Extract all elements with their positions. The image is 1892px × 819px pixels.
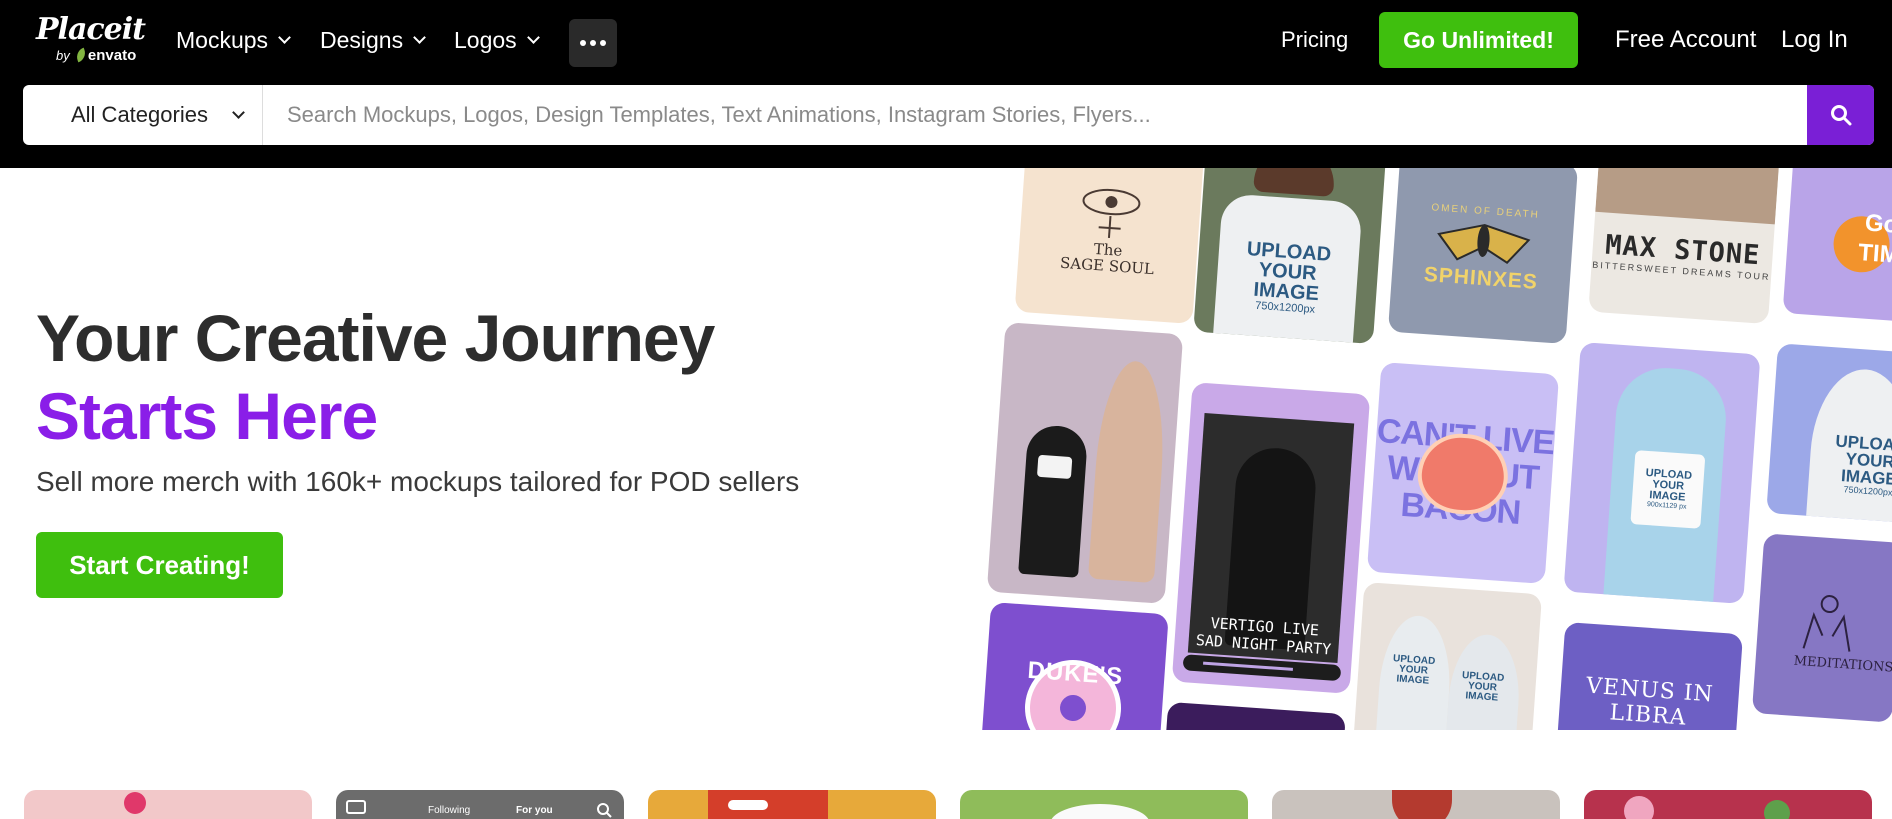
- logo-byline: by envato: [56, 47, 137, 64]
- chevron-down-icon: [526, 30, 540, 44]
- mockup-collage: The SAGE SOUL DUKE'S UPLOAD YOUR IMAGE 7…: [960, 168, 1892, 730]
- collage-tile-mug[interactable]: UPLOAD YOUR IMAGE 900x1129 px: [1563, 342, 1761, 604]
- search-input[interactable]: [263, 85, 1807, 145]
- sage-soul-text: The SAGE SOUL: [1059, 239, 1155, 279]
- search-icon: [1830, 105, 1851, 126]
- collage-tile-vertigo-live[interactable]: VERTIGO LIVE SAD NIGHT PARTY: [1171, 382, 1371, 694]
- template-card[interactable]: [648, 790, 936, 819]
- eye-illustration-icon: [1082, 188, 1141, 239]
- logo-wordmark: Placeit: [36, 12, 146, 47]
- search-icon: [597, 803, 612, 818]
- category-select-label: All Categories: [71, 102, 208, 127]
- hands-illustration-icon: [1802, 594, 1851, 652]
- start-creating-button[interactable]: Start Creating!: [36, 532, 283, 598]
- pricing-link[interactable]: Pricing: [1281, 24, 1348, 56]
- collage-tile-sphinxes[interactable]: OMEN OF DEATH SPHINXES: [1387, 168, 1579, 344]
- chevron-down-icon: [413, 30, 426, 44]
- collage-tile-sage-soul[interactable]: The SAGE SOUL: [1014, 168, 1206, 324]
- moth-illustration-icon: [1437, 223, 1531, 264]
- mug-icon: UPLOAD YOUR IMAGE 900x1129 px: [1630, 450, 1706, 529]
- collage-tile-purple-bottom[interactable]: [1164, 701, 1346, 730]
- hero-title-highlight: Starts Here: [36, 379, 378, 453]
- meditations-text: MEDITATIONS: [1793, 653, 1892, 676]
- collage-tile-meditations[interactable]: MEDITATIONS: [1751, 533, 1892, 723]
- hero-title: Your Creative Journey: [36, 301, 715, 375]
- envato-leaf-icon: [74, 47, 88, 63]
- upload-image-text: UPLOAD YOUR IMAGE: [1834, 431, 1892, 489]
- template-card[interactable]: [1272, 790, 1560, 819]
- live-tv-icon: [346, 800, 366, 814]
- collage-tile-upload-tshirt[interactable]: UPLOAD YOUR IMAGE 750x1200px: [1193, 168, 1387, 345]
- mug-upload-text: UPLOAD YOUR IMAGE: [1645, 466, 1693, 504]
- nav-menu-label: Logos: [454, 26, 517, 53]
- template-card[interactable]: [1584, 790, 1872, 819]
- collage-tile-max-stone[interactable]: MAX STONE BITTERSWEET DREAMS TOUR: [1588, 168, 1780, 325]
- venus-in-libra-text: VENUS IN LIBRA: [1585, 673, 1715, 730]
- collage-tile-man-tshirt[interactable]: UPLOAD YOUR IMAGE 750x1200px: [1766, 343, 1892, 523]
- login-link[interactable]: Log In: [1781, 22, 1848, 58]
- free-account-link[interactable]: Free Account: [1615, 22, 1756, 58]
- more-menu-button[interactable]: [569, 19, 617, 67]
- upload-image-text: UPLOAD YOUR IMAGE: [1246, 238, 1332, 306]
- nav-menu-designs[interactable]: Designs: [320, 20, 426, 60]
- nav-menu-label: Mockups: [176, 26, 269, 53]
- chevron-down-icon: [232, 105, 245, 119]
- collage-tile-couple-hoodies[interactable]: UPLOAD YOUR IMAGE UPLOAD YOUR IMAGE: [1351, 582, 1543, 730]
- collage-tile-venus-in-libra[interactable]: VENUS IN LIBRA: [1554, 621, 1744, 730]
- collage-tile-cant-live-bacon[interactable]: CAN'T LIVE WITHOUT BACON: [1366, 362, 1560, 584]
- template-card[interactable]: [960, 790, 1248, 819]
- collage-tile-dog-bandana[interactable]: [986, 322, 1184, 604]
- top-navigation-bar: Placeit by envato Mockups Designs Logos …: [0, 0, 1892, 168]
- placeit-logo[interactable]: Placeit by envato: [36, 14, 156, 66]
- good-time-text: Goo TIME: [1857, 209, 1892, 271]
- search-bar: All Categories: [23, 85, 1874, 145]
- hero-subtitle: Sell more merch with 160k+ mockups tailo…: [36, 466, 800, 497]
- collage-tile-dukes[interactable]: DUKE'S: [977, 602, 1169, 730]
- more-dots-icon: [580, 40, 586, 46]
- nav-menu-mockups[interactable]: Mockups: [176, 20, 291, 60]
- chevron-down-icon: [278, 30, 291, 44]
- mug-size-text: 900x1129 px: [1646, 501, 1687, 511]
- collage-tile-good-time[interactable]: Goo TIME: [1782, 168, 1892, 323]
- template-card[interactable]: [24, 790, 312, 819]
- go-unlimited-button[interactable]: Go Unlimited!: [1379, 12, 1578, 68]
- nav-menu-logos[interactable]: Logos: [454, 20, 540, 60]
- template-card[interactable]: Following For you: [336, 790, 624, 819]
- category-select[interactable]: All Categories: [23, 85, 263, 145]
- nav-menu-label: Designs: [320, 26, 404, 53]
- search-button[interactable]: [1807, 85, 1874, 145]
